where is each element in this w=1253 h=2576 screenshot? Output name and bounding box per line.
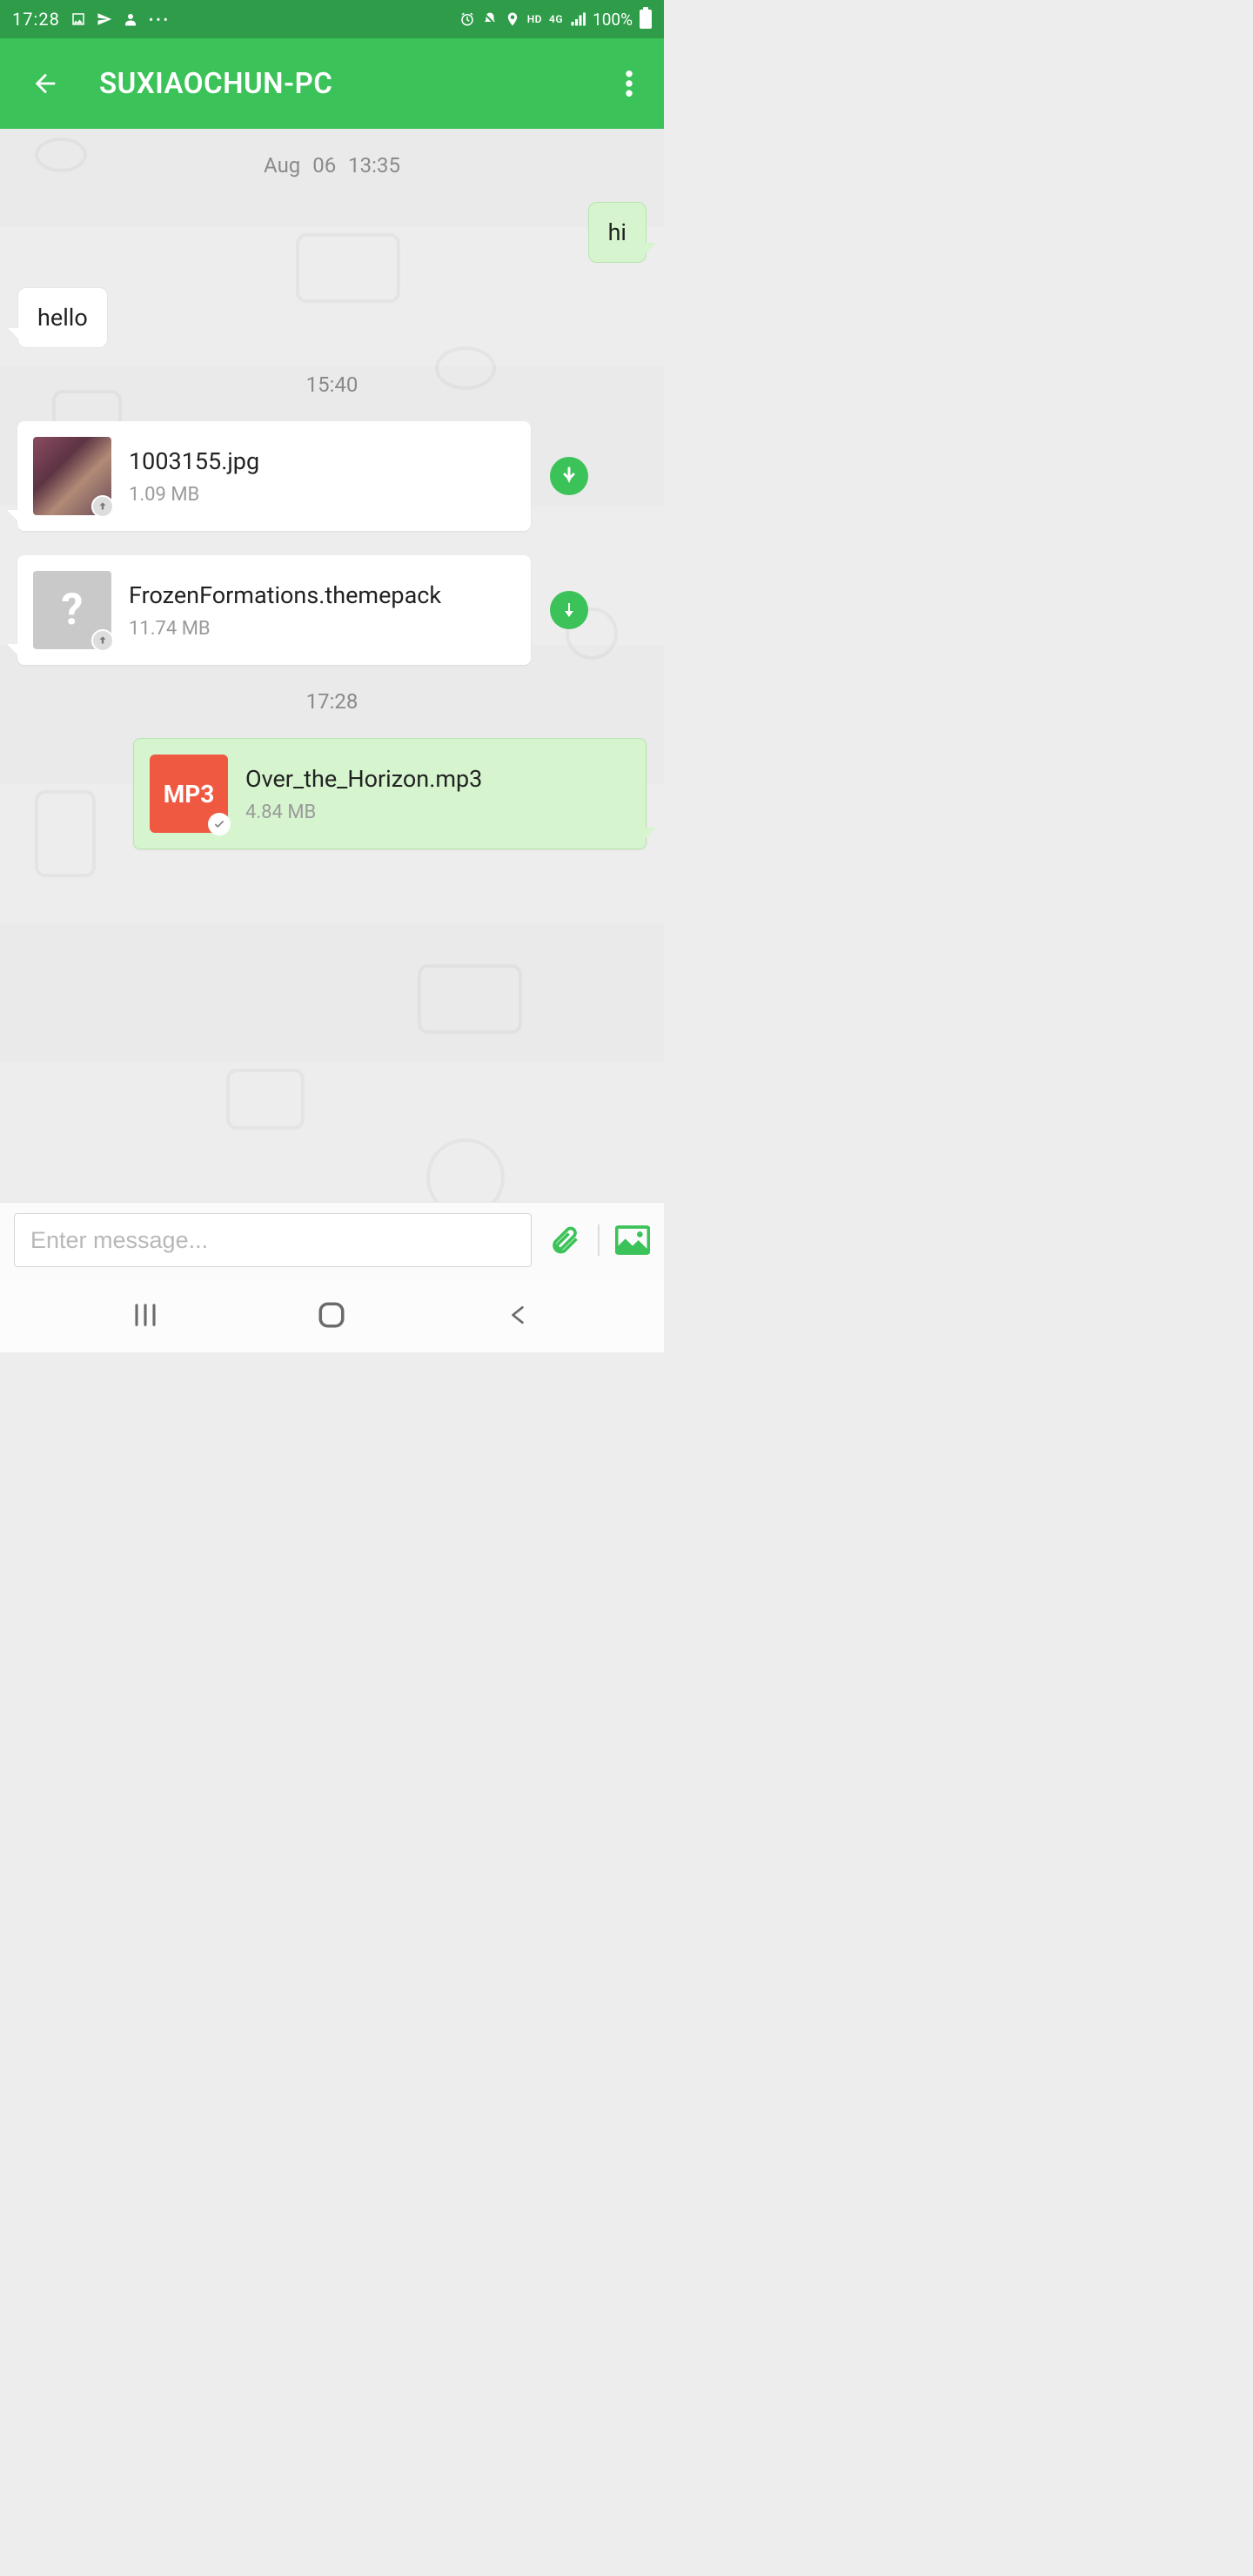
file-thumbnail-image <box>33 437 111 515</box>
location-icon <box>505 11 520 27</box>
file-size: 11.74 MB <box>129 618 441 640</box>
file-row: MP3 Over_the_Horizon.mp3 4.84 MB <box>17 738 647 849</box>
battery-icon <box>640 10 652 29</box>
battery-percent: 100% <box>593 10 633 30</box>
outgoing-message-bubble[interactable]: hi <box>588 202 647 263</box>
download-button[interactable] <box>550 457 588 495</box>
image-picker-icon <box>615 1225 650 1255</box>
chevron-left-icon <box>507 1302 530 1328</box>
file-thumbnail-unknown: ? <box>33 571 111 649</box>
send-icon <box>97 11 112 27</box>
timestamp-3: 17:28 <box>17 689 647 714</box>
file-thumbnail-mp3: MP3 <box>150 755 228 833</box>
upload-badge-icon <box>91 629 114 652</box>
incoming-message-bubble[interactable]: hello <box>17 287 108 348</box>
file-info: FrozenFormations.themepack 11.74 MB <box>129 581 441 640</box>
message-row: hi <box>17 202 647 263</box>
file-info: Over_the_Horizon.mp3 4.84 MB <box>245 765 482 823</box>
status-left: 17:28 ••• <box>12 9 171 30</box>
incoming-file-card[interactable]: 1003155.jpg 1.09 MB <box>17 421 531 531</box>
recent-apps-button[interactable] <box>119 1295 171 1335</box>
gallery-button[interactable] <box>615 1223 650 1258</box>
hd-label: HD <box>527 13 542 25</box>
file-row: 1003155.jpg 1.09 MB <box>17 421 647 531</box>
more-status-icon: ••• <box>149 11 171 28</box>
message-input[interactable] <box>14 1213 532 1267</box>
more-vertical-icon <box>626 70 633 97</box>
home-button[interactable] <box>305 1295 358 1335</box>
input-bar <box>0 1202 664 1278</box>
mp3-label: MP3 <box>164 780 215 808</box>
upload-badge-icon <box>91 495 114 518</box>
more-menu-button[interactable] <box>608 63 650 104</box>
divider <box>598 1224 600 1256</box>
incoming-file-card[interactable]: ? FrozenFormations.themepack 11.74 MB <box>17 555 531 665</box>
file-name: FrozenFormations.themepack <box>129 581 441 609</box>
alarm-icon <box>459 11 475 27</box>
signal-icon <box>570 11 586 27</box>
download-arrow-icon <box>559 600 580 621</box>
mute-icon <box>482 11 498 27</box>
back-button[interactable] <box>24 63 66 104</box>
app-header: SUXIAOCHUN-PC <box>0 38 664 129</box>
back-nav-button[interactable] <box>492 1295 545 1335</box>
network-label: 4G <box>549 14 563 24</box>
page-title: SUXIAOCHUN-PC <box>99 67 608 101</box>
attach-button[interactable] <box>547 1223 582 1258</box>
back-arrow-icon <box>30 69 60 98</box>
status-bar: 17:28 ••• HD 4G 100% <box>0 0 664 38</box>
message-row: hello <box>17 287 647 348</box>
image-icon <box>70 11 86 27</box>
download-arrow-icon <box>559 466 580 486</box>
file-info: 1003155.jpg 1.09 MB <box>129 447 259 506</box>
paperclip-icon <box>549 1224 580 1256</box>
file-size: 4.84 MB <box>245 802 482 823</box>
file-name: 1003155.jpg <box>129 447 259 475</box>
outgoing-file-card[interactable]: MP3 Over_the_Horizon.mp3 4.84 MB <box>133 738 647 849</box>
download-button[interactable] <box>550 591 588 629</box>
check-badge-icon <box>208 813 231 835</box>
system-nav-bar <box>0 1278 664 1352</box>
timestamp-2: 15:40 <box>17 372 647 397</box>
status-right: HD 4G 100% <box>459 10 652 30</box>
recent-icon <box>132 1302 158 1328</box>
person-icon <box>123 11 138 27</box>
file-name: Over_the_Horizon.mp3 <box>245 765 482 793</box>
home-icon <box>317 1300 346 1330</box>
timestamp-1: Aug 06 13:35 <box>17 153 647 178</box>
file-size: 1.09 MB <box>129 484 259 506</box>
file-row: ? FrozenFormations.themepack 11.74 MB <box>17 555 647 665</box>
chat-area[interactable]: Aug 06 13:35 hi hello 15:40 1003155.jpg … <box>0 129 664 1202</box>
status-time: 17:28 <box>12 9 60 30</box>
